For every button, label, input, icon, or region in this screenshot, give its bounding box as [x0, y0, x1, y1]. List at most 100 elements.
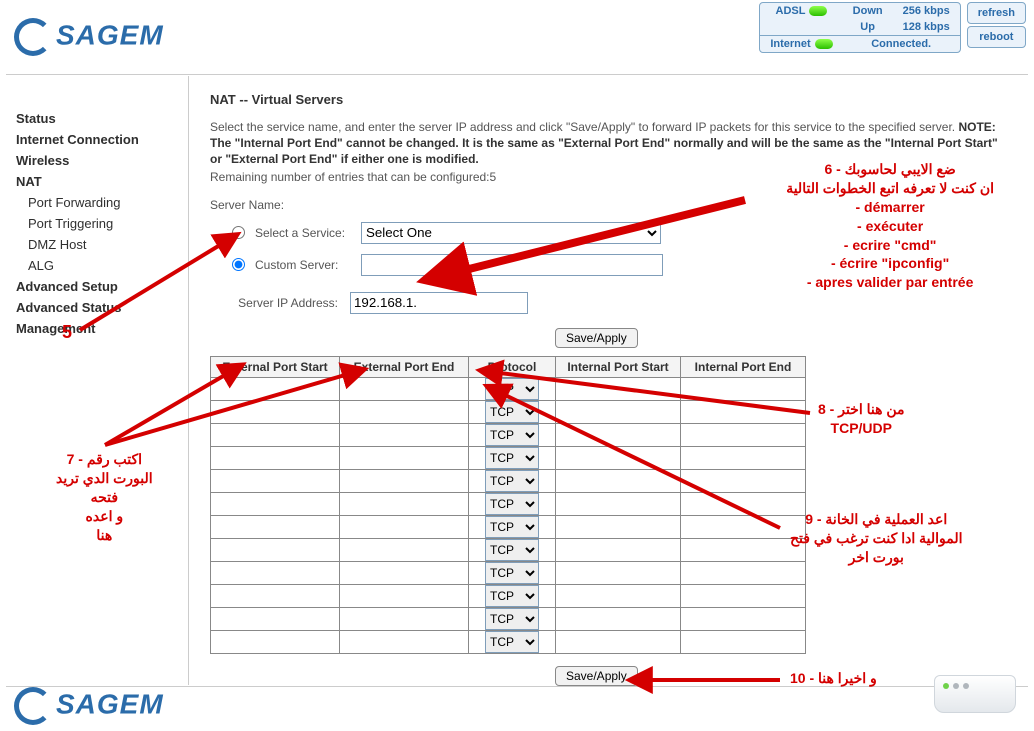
internal-port-start-input[interactable]: [556, 563, 680, 583]
sidebar-item-port-triggering[interactable]: Port Triggering: [16, 213, 176, 234]
sidebar-item-port-forwarding[interactable]: Port Forwarding: [16, 192, 176, 213]
internal-port-end-input[interactable]: [681, 609, 805, 629]
sidebar-item-internet[interactable]: Internet Connection: [16, 129, 176, 150]
table-row: TCP: [211, 584, 806, 607]
internal-port-end-input[interactable]: [681, 540, 805, 560]
external-port-end-input[interactable]: [340, 494, 468, 514]
sidebar-item-status[interactable]: Status: [16, 108, 176, 129]
external-port-start-input[interactable]: [211, 448, 339, 468]
external-port-end-input[interactable]: [340, 448, 468, 468]
status-panel: ADSL Down 256 kbps Up 128 kbps Internet …: [759, 2, 960, 53]
external-port-end-input[interactable]: [340, 540, 468, 560]
col-internal-port-start: Internal Port Start: [556, 356, 681, 377]
protocol-select[interactable]: TCP: [485, 539, 539, 561]
external-port-start-input[interactable]: [211, 517, 339, 537]
protocol-select[interactable]: TCP: [485, 608, 539, 630]
table-row: TCP: [211, 538, 806, 561]
protocol-select[interactable]: TCP: [485, 562, 539, 584]
protocol-select[interactable]: TCP: [485, 424, 539, 446]
table-row: TCP: [211, 561, 806, 584]
internal-port-start-input[interactable]: [556, 609, 680, 629]
table-row: TCP: [211, 400, 806, 423]
external-port-end-input[interactable]: [340, 563, 468, 583]
sidebar-item-management[interactable]: Management: [16, 318, 176, 339]
reboot-button[interactable]: reboot: [967, 26, 1026, 48]
col-external-port-end: External Port End: [340, 356, 469, 377]
internal-port-start-input[interactable]: [556, 448, 680, 468]
external-port-start-input[interactable]: [211, 494, 339, 514]
external-port-end-input[interactable]: [340, 471, 468, 491]
brand-logo-top: SAGEM: [14, 18, 164, 56]
external-port-end-input[interactable]: [340, 609, 468, 629]
internal-port-start-input[interactable]: [556, 425, 680, 445]
internal-port-start-input[interactable]: [556, 471, 680, 491]
table-row: TCP: [211, 469, 806, 492]
protocol-select[interactable]: TCP: [485, 470, 539, 492]
select-service-radio[interactable]: [232, 226, 245, 239]
external-port-start-input[interactable]: [211, 586, 339, 606]
sidebar-item-wireless[interactable]: Wireless: [16, 150, 176, 171]
internal-port-start-input[interactable]: [556, 586, 680, 606]
protocol-select[interactable]: TCP: [485, 631, 539, 653]
internal-port-end-input[interactable]: [681, 517, 805, 537]
external-port-start-input[interactable]: [211, 471, 339, 491]
internal-port-end-input[interactable]: [681, 471, 805, 491]
internal-port-start-input[interactable]: [556, 402, 680, 422]
external-port-start-input[interactable]: [211, 379, 339, 399]
external-port-start-input[interactable]: [211, 632, 339, 652]
save-apply-button-top[interactable]: Save/Apply: [555, 328, 638, 348]
sidebar-item-alg[interactable]: ALG: [16, 255, 176, 276]
table-row: TCP: [211, 377, 806, 400]
protocol-select[interactable]: TCP: [485, 516, 539, 538]
logo-ring-icon: [14, 687, 52, 725]
sidebar-item-dmz-host[interactable]: DMZ Host: [16, 234, 176, 255]
external-port-start-input[interactable]: [211, 425, 339, 445]
server-ip-input[interactable]: [350, 292, 528, 314]
server-name-label: Server Name:: [210, 198, 1000, 212]
external-port-start-input[interactable]: [211, 402, 339, 422]
internal-port-end-input[interactable]: [681, 563, 805, 583]
external-port-end-input[interactable]: [340, 632, 468, 652]
external-port-end-input[interactable]: [340, 425, 468, 445]
internal-port-end-input[interactable]: [681, 632, 805, 652]
internal-port-start-input[interactable]: [556, 540, 680, 560]
internal-port-start-input[interactable]: [556, 517, 680, 537]
table-row: TCP: [211, 630, 806, 653]
internal-port-end-input[interactable]: [681, 448, 805, 468]
external-port-start-input[interactable]: [211, 563, 339, 583]
external-port-end-input[interactable]: [340, 517, 468, 537]
protocol-select[interactable]: TCP: [485, 585, 539, 607]
external-port-end-input[interactable]: [340, 586, 468, 606]
custom-server-label: Custom Server:: [255, 258, 355, 272]
save-apply-button-bottom[interactable]: Save/Apply: [555, 666, 638, 686]
sidebar-item-advanced-setup[interactable]: Advanced Setup: [16, 276, 176, 297]
custom-server-radio[interactable]: [232, 258, 245, 271]
custom-server-input[interactable]: [361, 254, 663, 276]
protocol-select[interactable]: TCP: [485, 378, 539, 400]
external-port-start-input[interactable]: [211, 540, 339, 560]
sidebar-item-advanced-status[interactable]: Advanced Status: [16, 297, 176, 318]
protocol-select[interactable]: TCP: [485, 447, 539, 469]
service-select[interactable]: Select One: [361, 222, 661, 244]
down-label: Down: [843, 3, 893, 19]
external-port-end-input[interactable]: [340, 402, 468, 422]
protocol-select[interactable]: TCP: [485, 493, 539, 515]
internal-port-end-input[interactable]: [681, 425, 805, 445]
col-external-port-start: External Port Start: [211, 356, 340, 377]
external-port-start-input[interactable]: [211, 609, 339, 629]
internet-label: Internet: [760, 36, 842, 53]
page-description: Select the service name, and enter the s…: [210, 119, 1000, 168]
internal-port-end-input[interactable]: [681, 586, 805, 606]
internal-port-start-input[interactable]: [556, 494, 680, 514]
external-port-end-input[interactable]: [340, 379, 468, 399]
protocol-select[interactable]: TCP: [485, 401, 539, 423]
sidebar-item-nat[interactable]: NAT: [16, 171, 176, 192]
internal-port-end-input[interactable]: [681, 402, 805, 422]
adsl-led-icon: [809, 6, 827, 16]
refresh-button[interactable]: refresh: [967, 2, 1026, 24]
up-value: 128 kbps: [893, 19, 960, 36]
internal-port-start-input[interactable]: [556, 379, 680, 399]
internal-port-end-input[interactable]: [681, 494, 805, 514]
internal-port-end-input[interactable]: [681, 379, 805, 399]
internal-port-start-input[interactable]: [556, 632, 680, 652]
